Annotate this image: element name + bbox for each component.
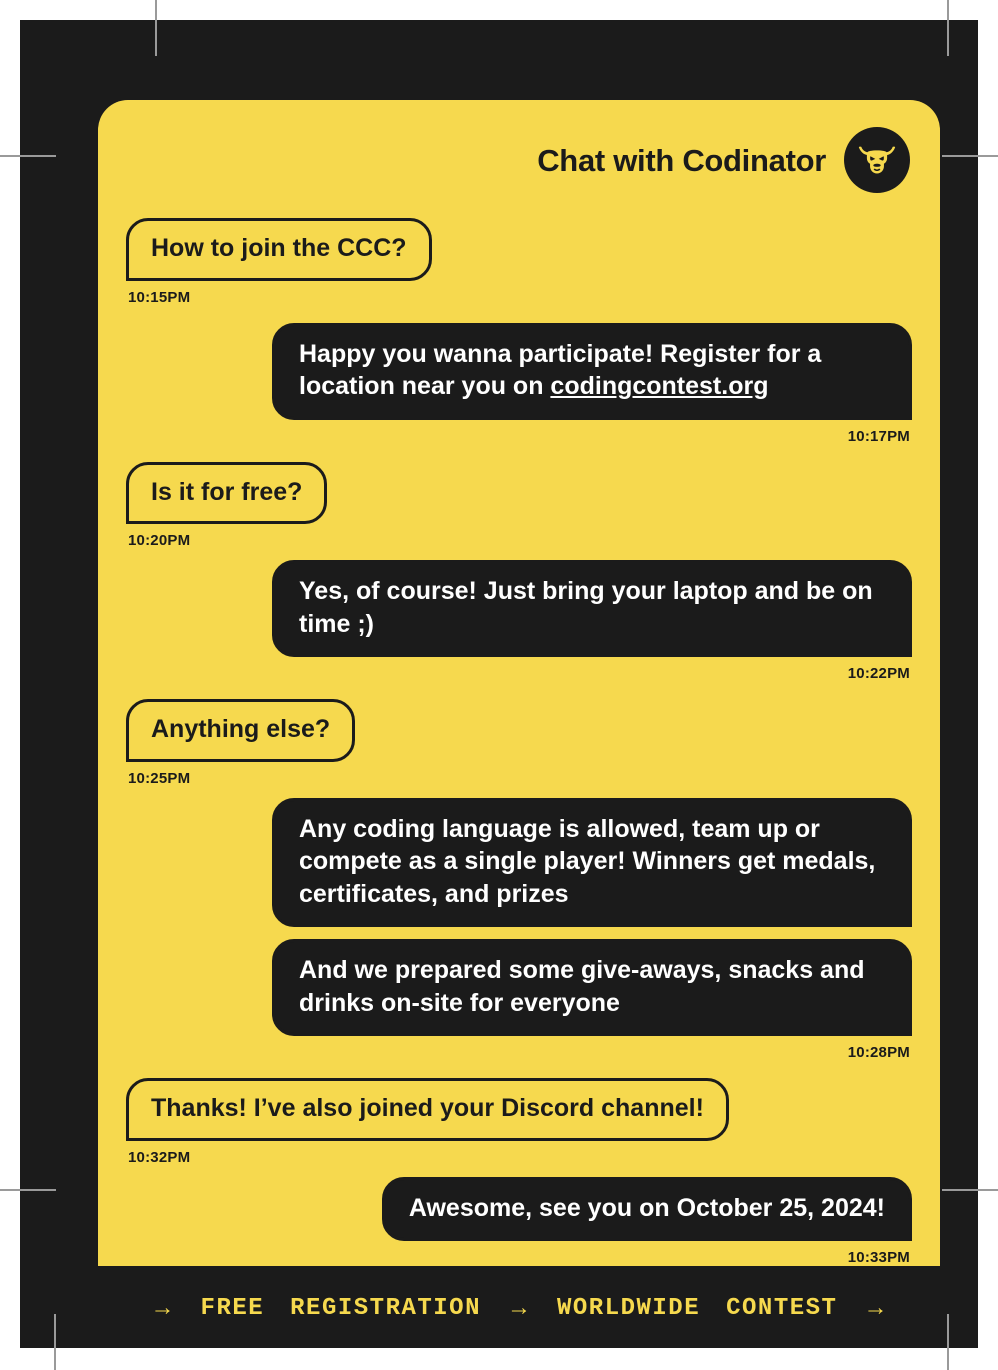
chat-card: Chat with Codinator How to join the CCC?… [98, 100, 940, 1266]
message-row: How to join the CCC? 10:15PM [126, 218, 912, 305]
print-sheet: Chat with Codinator How to join the CCC?… [0, 0, 998, 1370]
message-row: Is it for free? 10:20PM [126, 461, 912, 549]
message-bubble-incoming[interactable]: Happy you wanna participate! Register fo… [272, 322, 912, 420]
footer-ticker: → FREE REGISTRATION → WORLDWIDE CONTEST … [40, 1282, 978, 1334]
message-bubble-incoming[interactable]: Any coding language is allowed, team up … [272, 797, 912, 927]
ticker-word-contest: CONTEST [726, 1294, 838, 1322]
arrow-right-icon: → [506, 1294, 531, 1321]
message-timestamp: 10:17PM [847, 427, 910, 445]
message-thread: How to join the CCC? 10:15PM Happy you w… [98, 218, 940, 1265]
message-bubble-incoming[interactable]: Yes, of course! Just bring your laptop a… [272, 560, 912, 657]
message-timestamp: 10:28PM [847, 1044, 910, 1061]
crop-mark-bottom-right-vertical [947, 1314, 949, 1370]
crop-mark-top-right-horizontal [942, 155, 998, 157]
message-bubble-outgoing[interactable]: Is it for free? [126, 461, 328, 524]
crop-mark-bottom-left-vertical [54, 1314, 56, 1370]
arrow-right-icon: → [863, 1294, 888, 1321]
crop-mark-top-right-vertical [947, 0, 949, 56]
crop-mark-bottom-left-horizontal [0, 1189, 56, 1191]
message-row: Thanks! I’ve also joined your Discord ch… [126, 1078, 912, 1165]
message-row: Any coding language is allowed, team up … [126, 797, 912, 927]
page-title: Chat with Codinator [537, 142, 826, 178]
message-row: Anything else? 10:25PM [126, 699, 912, 786]
message-timestamp: 10:22PM [847, 665, 910, 682]
message-row: Yes, of course! Just bring your laptop a… [126, 560, 912, 681]
crop-mark-bottom-right-horizontal [942, 1189, 998, 1191]
message-bubble-incoming[interactable]: And we prepared some give-aways, snacks … [272, 939, 912, 1036]
codingcontest-link[interactable]: codingcontest.org [550, 372, 768, 400]
message-timestamp: 10:33PM [847, 1249, 910, 1266]
crop-mark-top-left-vertical [155, 0, 157, 56]
bull-head-icon [844, 127, 910, 193]
message-row: Awesome, see you on October 25, 2024! 10… [126, 1176, 912, 1266]
poster-page: Chat with Codinator How to join the CCC?… [20, 20, 978, 1348]
message-bubble-outgoing[interactable]: How to join the CCC? [126, 218, 432, 281]
chat-header: Chat with Codinator [98, 100, 940, 220]
message-timestamp: 10:25PM [128, 769, 191, 787]
ticker-word-registration: REGISTRATION [290, 1294, 481, 1322]
crop-mark-top-left-horizontal [0, 155, 56, 157]
message-bubble-outgoing[interactable]: Thanks! I’ve also joined your Discord ch… [126, 1078, 729, 1141]
arrow-right-icon: → [150, 1294, 175, 1321]
message-bubble-outgoing[interactable]: Anything else? [126, 699, 356, 762]
message-row: Happy you wanna participate! Register fo… [126, 322, 912, 445]
message-timestamp: 10:32PM [128, 1148, 191, 1166]
message-timestamp: 10:15PM [128, 288, 191, 306]
ticker-word-free: FREE [200, 1294, 265, 1322]
message-row: And we prepared some give-aways, snacks … [126, 939, 912, 1060]
message-bubble-incoming[interactable]: Awesome, see you on October 25, 2024! [381, 1176, 912, 1241]
ticker-word-worldwide: WORLDWIDE [556, 1294, 701, 1322]
message-timestamp: 10:20PM [128, 532, 191, 549]
